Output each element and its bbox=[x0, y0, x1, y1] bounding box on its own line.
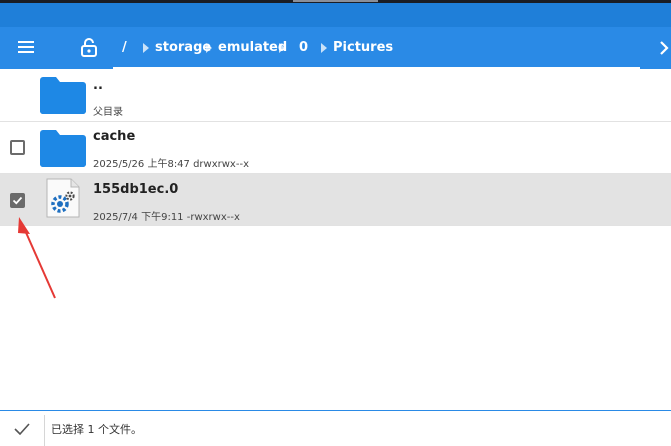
list-item-parent-directory[interactable]: .. 父目录 bbox=[0, 69, 671, 122]
checkmark-icon bbox=[12, 196, 23, 205]
select-checkbox-checked[interactable] bbox=[10, 193, 25, 208]
file-name: .. bbox=[93, 78, 103, 93]
chevron-right-icon[interactable] bbox=[659, 40, 669, 56]
file-meta: 2025/5/26 上午8:47 drwxrwx--x bbox=[93, 159, 249, 170]
list-item-cache[interactable]: cache 2025/5/26 上午8:47 drwxrwx--x bbox=[0, 122, 671, 174]
breadcrumb-pictures[interactable]: Pictures bbox=[333, 40, 393, 56]
file-name: cache bbox=[93, 129, 136, 144]
breadcrumb-root[interactable]: / bbox=[122, 40, 127, 56]
breadcrumb-separator-icon bbox=[279, 43, 285, 53]
file-meta: 2025/7/4 下午9:11 -rwxrwx--x bbox=[93, 212, 240, 223]
breadcrumb-storage[interactable]: storage bbox=[155, 40, 211, 56]
selection-status-text: 已选择 1 个文件。 bbox=[51, 423, 142, 436]
list-item-155db1ec-0[interactable]: 155db1ec.0 2025/7/4 下午9:11 -rwxrwx--x bbox=[0, 174, 671, 226]
folder-icon bbox=[40, 130, 86, 167]
folder-icon bbox=[40, 77, 86, 114]
file-name: 155db1ec.0 bbox=[93, 182, 179, 197]
status-divider bbox=[44, 415, 45, 446]
select-checkbox[interactable] bbox=[10, 140, 25, 155]
breadcrumb-separator-icon bbox=[143, 43, 149, 53]
breadcrumb-separator-icon bbox=[206, 43, 212, 53]
breadcrumb-emulated[interactable]: emulated bbox=[218, 40, 287, 56]
checkmark-icon[interactable] bbox=[14, 423, 30, 435]
selection-status-bar: 已选择 1 个文件。 bbox=[0, 410, 671, 446]
hamburger-menu-icon[interactable] bbox=[18, 41, 36, 55]
system-status-bar bbox=[0, 0, 671, 27]
settings-file-icon bbox=[46, 178, 80, 218]
file-meta: 父目录 bbox=[93, 107, 123, 118]
status-bar-notch bbox=[293, 0, 378, 2]
breadcrumb-0[interactable]: 0 bbox=[299, 40, 308, 56]
app-toolbar: / storage emulated 0 Pictures bbox=[0, 27, 671, 69]
lock-open-icon[interactable] bbox=[80, 37, 98, 57]
breadcrumb: / storage emulated 0 Pictures bbox=[113, 27, 640, 69]
breadcrumb-separator-icon bbox=[321, 43, 327, 53]
